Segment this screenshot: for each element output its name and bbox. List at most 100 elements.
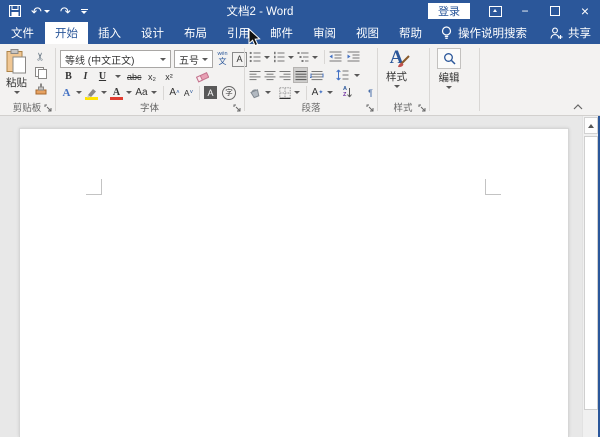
font-size-combo[interactable]: 五号 (174, 50, 213, 68)
align-left-icon[interactable] (249, 70, 261, 81)
collapse-ribbon-icon[interactable] (573, 104, 583, 110)
justify-button[interactable] (293, 67, 308, 83)
shading-bucket-icon[interactable] (249, 86, 262, 99)
bullet-list-dropdown-icon[interactable] (264, 55, 270, 59)
text-highlight-button[interactable] (85, 85, 98, 100)
character-shading-button[interactable]: A (204, 86, 217, 99)
grow-font-letter: A (169, 87, 177, 98)
numbered-list-icon[interactable] (273, 51, 285, 63)
numbered-list-dropdown-icon[interactable] (288, 55, 294, 59)
borders-icon[interactable] (279, 86, 291, 99)
clipboard-dialog-launcher-icon[interactable] (44, 104, 52, 112)
paragraph-row-1 (249, 50, 360, 64)
font-row-2: B I U abc x₂ x² (62, 69, 209, 84)
bold-button[interactable]: B (62, 69, 75, 84)
editing-button[interactable]: 编辑 (437, 48, 461, 89)
tab-file[interactable]: 文件 (0, 22, 45, 44)
text-effects-button[interactable]: A (60, 85, 73, 100)
document-area[interactable] (0, 116, 600, 437)
cut-icon[interactable]: ✂ (35, 52, 48, 61)
styles-letter: A (390, 48, 410, 68)
paragraph-group: A ✦ A Z ¶ 段落 (246, 44, 376, 115)
font-color-dropdown-icon[interactable] (126, 91, 132, 94)
customize-qat-button[interactable] (80, 8, 88, 14)
change-case-dropdown-icon[interactable] (151, 91, 157, 94)
vertical-scrollbar[interactable] (582, 116, 598, 437)
shrink-font-button[interactable]: A ˅ (182, 85, 195, 100)
asian-layout-button[interactable]: A ✦ (311, 85, 324, 100)
tab-layout[interactable]: 布局 (174, 22, 217, 44)
phonetic-guide-button[interactable]: wén 文 (216, 52, 229, 67)
tab-review[interactable]: 审阅 (303, 22, 346, 44)
increase-indent-icon[interactable] (347, 51, 360, 63)
font-name-combo[interactable]: 等线 (中文正文) (60, 50, 171, 68)
window-title: 文档2 - Word (226, 6, 294, 18)
styles-group: A 样式 样式 (378, 44, 428, 115)
italic-button[interactable]: I (79, 69, 92, 84)
format-painter-icon[interactable] (35, 83, 47, 95)
scroll-up-button[interactable] (584, 117, 598, 134)
multilevel-list-dropdown-icon[interactable] (312, 55, 318, 59)
styles-dropdown-icon (393, 85, 400, 88)
line-spacing-icon[interactable] (336, 69, 349, 81)
sort-down-arrow-icon (347, 87, 352, 97)
styles-dialog-launcher-icon[interactable] (418, 104, 426, 112)
tab-help[interactable]: 帮助 (389, 22, 432, 44)
document-page[interactable] (19, 128, 569, 437)
share-label: 共享 (568, 28, 591, 40)
strikethrough-button[interactable]: abc (127, 69, 142, 84)
shading-dropdown-icon[interactable] (265, 91, 271, 94)
paragraph-row-2 (249, 67, 362, 83)
tab-design[interactable]: 设计 (131, 22, 174, 44)
tab-insert[interactable]: 插入 (88, 22, 131, 44)
tab-mailings[interactable]: 邮件 (260, 22, 303, 44)
sign-in-button[interactable]: 登录 (428, 3, 470, 19)
highlight-dropdown-icon[interactable] (101, 91, 107, 94)
share-button[interactable]: 共享 (550, 22, 591, 44)
underline-button[interactable]: U (96, 69, 109, 84)
borders-dropdown-icon[interactable] (294, 91, 300, 94)
multilevel-list-icon[interactable] (297, 51, 309, 63)
asian-layout-dropdown-icon[interactable] (327, 91, 333, 94)
tab-home[interactable]: 开始 (45, 22, 88, 44)
redo-icon[interactable]: ↷ (60, 5, 71, 18)
minimize-button[interactable]: − (510, 0, 540, 22)
ribbon-display-options-button[interactable] (480, 0, 510, 22)
enclose-characters-button[interactable]: 字 (222, 85, 236, 100)
tab-view[interactable]: 视图 (346, 22, 389, 44)
decrease-indent-icon[interactable] (329, 51, 342, 63)
paragraph-dialog-launcher-icon[interactable] (366, 104, 374, 112)
bullet-list-icon[interactable] (249, 51, 261, 63)
tell-me-search[interactable]: 操作说明搜索 (432, 22, 536, 44)
distribute-text-icon[interactable] (310, 70, 324, 81)
separator (199, 85, 200, 100)
text-effects-dropdown-icon[interactable] (76, 91, 82, 94)
font-dialog-launcher-icon[interactable] (233, 104, 241, 112)
clear-formatting-eraser-icon[interactable] (195, 71, 209, 83)
paste-button[interactable]: 粘贴 (6, 49, 27, 94)
mouse-cursor (248, 28, 261, 47)
maximize-button[interactable] (540, 0, 570, 22)
superscript-button[interactable]: x² (163, 69, 176, 84)
search-icon (443, 53, 456, 65)
styles-button[interactable]: A 样式 (386, 48, 410, 88)
align-center-icon[interactable] (264, 70, 276, 81)
undo-dropdown-icon[interactable] (43, 9, 50, 13)
underline-dropdown-icon[interactable] (115, 75, 121, 78)
align-right-icon[interactable] (279, 70, 291, 81)
sort-button[interactable]: A Z (341, 85, 354, 100)
undo-button[interactable]: ↶ (31, 5, 50, 18)
change-case-button[interactable]: Aa (135, 85, 148, 100)
copy-icon[interactable] (35, 67, 47, 79)
subscript-button[interactable]: x₂ (146, 69, 159, 84)
show-hide-marks-button[interactable]: ¶ (364, 85, 377, 100)
save-icon[interactable] (9, 5, 21, 17)
font-color-button[interactable]: A (110, 85, 123, 100)
line-spacing-dropdown-icon[interactable] (354, 73, 360, 77)
close-button[interactable]: × (570, 0, 600, 22)
maximize-icon (550, 6, 560, 16)
font-row-3: A A Aa A ˄ A ˅ A 字 (60, 85, 236, 100)
scrollbar-thumb[interactable] (584, 136, 598, 410)
font-group-label: 字体 (139, 103, 159, 114)
grow-font-button[interactable]: A ˄ (168, 85, 181, 100)
